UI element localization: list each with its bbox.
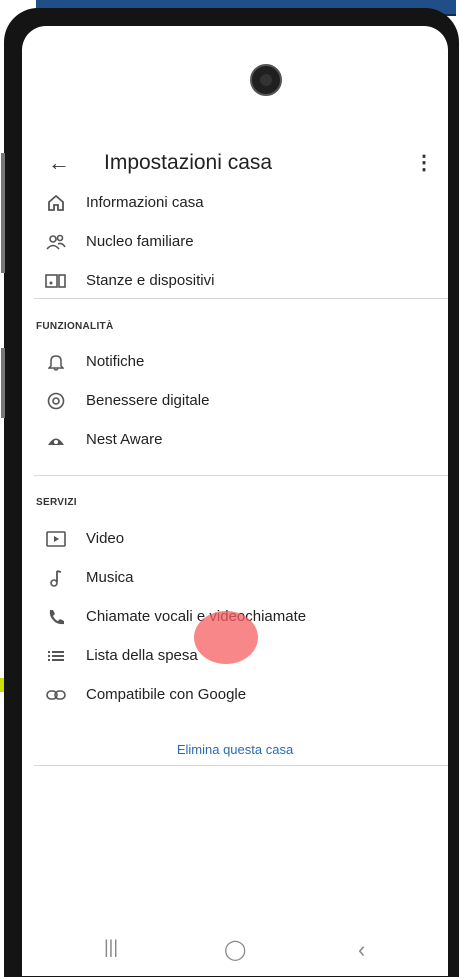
- section-heading-features: FUNZIONALITÀ: [36, 321, 114, 332]
- phone-frame: ← Impostazioni casa ⋮ Informazioni casa …: [1, 8, 459, 977]
- recent-apps-icon[interactable]: |||: [104, 937, 118, 958]
- page-title: Impostazioni casa: [104, 151, 273, 174]
- menu-item-info-casa[interactable]: Informazioni casa: [22, 185, 448, 221]
- menu-item-nest-aware[interactable]: Nest Aware: [22, 422, 448, 458]
- front-camera: [250, 64, 282, 96]
- menu-item-label: Nest Aware: [86, 431, 163, 448]
- touch-indicator: [194, 611, 258, 664]
- app-screen: ← Impostazioni casa ⋮ Informazioni casa …: [22, 26, 448, 976]
- section-heading-services: SERVIZI: [36, 497, 77, 508]
- people-icon: [44, 230, 68, 254]
- menu-item-benessere-digitale[interactable]: Benessere digitale: [22, 383, 448, 419]
- back-arrow-icon[interactable]: ←: [48, 150, 70, 176]
- app-bar: ← Impostazioni casa ⋮: [22, 146, 448, 186]
- menu-item-notifiche[interactable]: Notifiche: [22, 344, 448, 380]
- system-nav-bar: ||| ◯ ‹: [22, 931, 448, 971]
- home-button-icon[interactable]: ◯: [224, 937, 246, 962]
- menu-item-label: Informazioni casa: [86, 194, 204, 211]
- menu-item-nucleo-familiare[interactable]: Nucleo familiare: [22, 224, 448, 260]
- menu-item-label: Benessere digitale: [86, 392, 210, 409]
- wellbeing-icon: [44, 389, 68, 413]
- menu-item-label: Lista della spesa: [86, 647, 198, 664]
- divider: [34, 298, 448, 299]
- menu-item-label: Notifiche: [86, 353, 145, 370]
- music-icon: [44, 566, 68, 590]
- bell-icon: [44, 350, 68, 374]
- delete-home-link[interactable]: Elimina questa casa: [22, 742, 448, 757]
- side-button: [1, 348, 5, 418]
- menu-item-label: Video: [86, 530, 125, 547]
- menu-item-stanze-dispositivi[interactable]: Stanze e dispositivi: [22, 263, 448, 299]
- more-options-icon[interactable]: ⋮: [414, 150, 434, 175]
- menu-item-label: Musica: [86, 569, 134, 586]
- menu-item-label: Stanze e dispositivi: [86, 272, 215, 289]
- back-nav-icon[interactable]: ‹: [358, 937, 365, 963]
- divider: [34, 475, 448, 476]
- link-icon: [44, 683, 68, 707]
- menu-item-label: Nucleo familiare: [86, 233, 194, 250]
- menu-item-label: Compatibile con Google: [86, 686, 247, 703]
- menu-item-label: Chiamate vocali e videochiamate: [86, 608, 307, 625]
- side-button: [1, 153, 5, 273]
- divider: [34, 765, 448, 766]
- video-icon: [44, 527, 68, 551]
- menu-item-musica[interactable]: Musica: [22, 560, 448, 596]
- nest-icon: [44, 428, 68, 452]
- list-icon: [44, 644, 68, 668]
- phone-icon: [44, 605, 68, 629]
- menu-item-video[interactable]: Video: [22, 521, 448, 557]
- devices-icon: [44, 269, 68, 293]
- home-icon: [44, 191, 68, 215]
- menu-item-compatibile-google[interactable]: Compatibile con Google: [22, 677, 448, 713]
